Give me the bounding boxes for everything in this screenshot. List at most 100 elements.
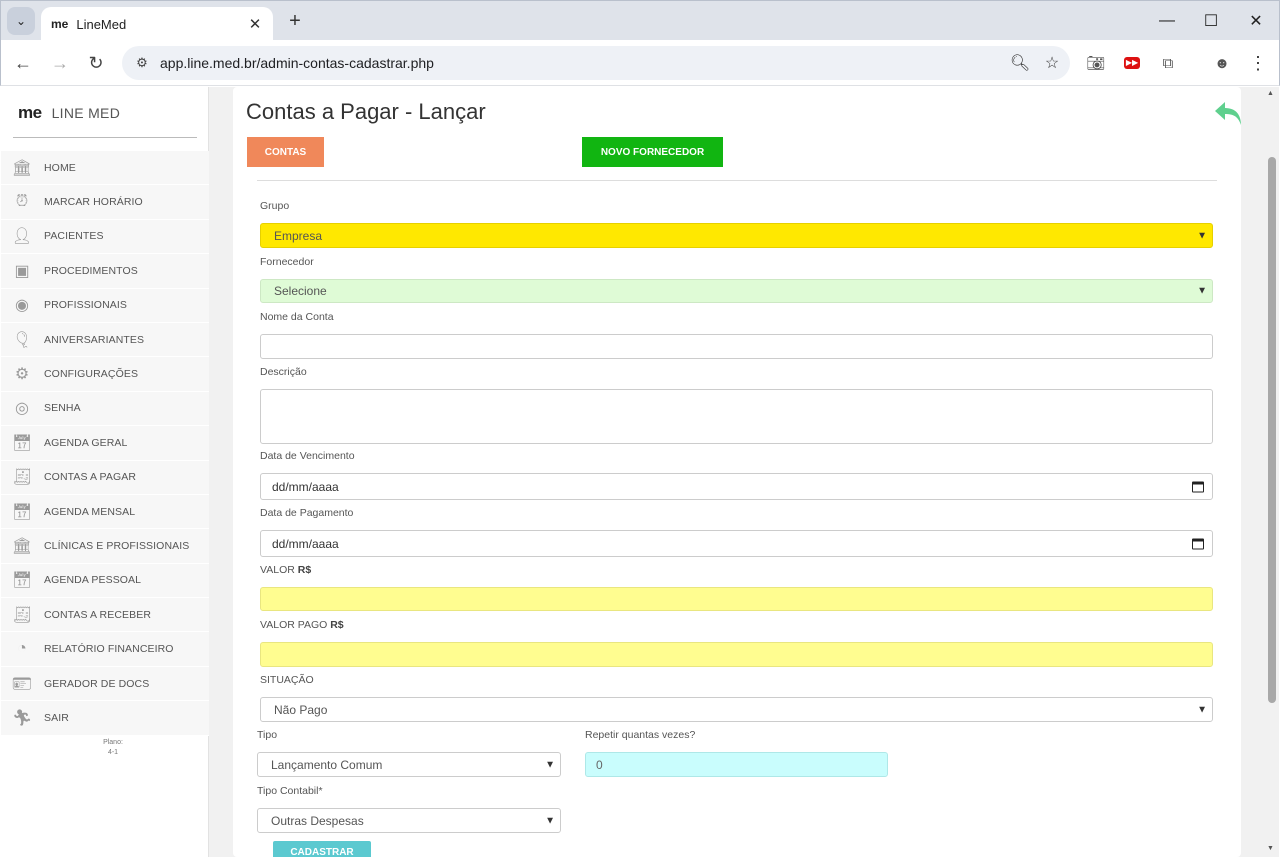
address-bar[interactable]: ⚙ app.line.med.br/admin-contas-cadastrar… [122,46,1070,80]
calendar-icon: 📅︎ [11,572,33,590]
valor-label: VALOR R$ [260,564,311,576]
url-text[interactable]: app.line.med.br/admin-contas-cadastrar.p… [160,55,1006,71]
tipo-contabil-select[interactable]: Outras Despesas ▼ [257,808,561,833]
data-vencimento-input[interactable]: dd/mm/aaaa [260,473,1213,500]
situacao-select[interactable]: Não Pago ▼ [260,697,1213,722]
sidebar-item-home[interactable]: 🏛︎ HOME [1,151,209,186]
sidebar-item-label: GERADOR DE DOCS [44,677,150,690]
grupo-selected-value: Empresa [274,228,323,243]
bookmark-star-icon[interactable]: ☆ [1038,49,1066,77]
sidebar-item-label: AGENDA GERAL [44,436,128,449]
bill-coins-icon: 🧾︎ [11,469,33,487]
sidebar-item-agenda-pessoal[interactable]: 📅︎ AGENDA PESSOAL [1,563,209,599]
sidebar-item-agenda-mensal[interactable]: 📅︎ AGENDA MENSAL [1,494,209,530]
tipo-label: Tipo [257,729,278,741]
situacao-label: SITUAÇÃO [260,674,314,686]
sidebar-item-configuracoes[interactable]: ⚙ CONFIGURAÇÕES [1,357,209,392]
chevron-down-icon: ▼ [545,815,555,826]
descricao-textarea[interactable] [260,389,1213,444]
valor-pago-currency: R$ [330,619,344,631]
alarm-clock-icon: ⏰︎ [15,193,29,211]
nome-da-conta-input[interactable] [260,334,1213,359]
id-card-icon: 🪪︎ [11,675,33,693]
back-reply-icon[interactable] [1213,99,1245,129]
fornecedor-select[interactable]: Selecione ▼ [260,279,1213,303]
scroll-up-arrow-icon[interactable]: ▲ [1267,90,1274,97]
divider [13,137,197,138]
data-pagamento-input[interactable]: dd/mm/aaaa [260,530,1213,557]
sidebar-item-contas-a-receber[interactable]: 🧾︎ CONTAS A RECEBER [1,598,209,633]
minimize-icon[interactable]: — [1153,7,1181,35]
data-vencimento-label: Data de Vencimento [260,450,355,462]
sidebar-item-procedimentos[interactable]: ▣ PROCEDIMENTOS [1,254,209,289]
browser-menu-icon[interactable]: ⋮ [1244,49,1272,77]
camera-extension-icon[interactable]: 📷︎ [1082,49,1110,77]
plan-value: 4-1 [107,749,119,756]
valor-input[interactable] [260,587,1213,611]
sidebar-item-contas-a-pagar[interactable]: 🧾︎ CONTAS A PAGAR [1,460,209,495]
calendar-icon[interactable] [1192,538,1204,549]
sidebar-item-profissionais[interactable]: ◉ PROFISSIONAIS [1,288,209,323]
repetir-label: Repetir quantas vezes? [585,729,696,741]
tipo-select[interactable]: Lançamento Comum ▼ [257,752,561,777]
chevron-down-icon: ▼ [1197,285,1207,297]
chevron-down-icon: ▼ [545,759,555,770]
sidebar-item-label: SAIR [44,711,69,724]
sidebar-item-agenda-geral[interactable]: 📅︎ AGENDA GERAL [1,426,209,461]
tipo-contabil-selected-value: Outras Despesas [271,813,364,828]
novo-fornecedor-button[interactable]: NOVO FORNECEDOR [582,137,723,167]
repetir-input[interactable]: 0 [585,752,888,777]
video-extension-icon[interactable]: ▶▶ [1118,49,1146,77]
sidebar-item-senha[interactable]: ◎ SENHA [1,391,209,427]
sidebar-item-sair[interactable]: 🏃︎ SAIR [1,701,209,736]
profile-avatar-icon[interactable]: ☻ [1208,49,1236,77]
sidebar: me LINE MED 🏛︎ HOME ⏰︎ MARCAR HORÁRIO 👤︎ PA… [1,87,209,857]
extensions-puzzle-icon[interactable]: ⧉ [1154,49,1182,77]
tipo-contabil-label: Tipo Contabil* [257,785,323,797]
chevron-down-icon: ▼ [1197,230,1207,241]
forward-arrow-icon[interactable]: → [45,48,75,78]
cadastrar-button[interactable]: CADASTRAR [273,841,371,857]
gear-icon: ⚙ [14,366,30,384]
reload-icon[interactable]: ↻ [81,48,111,78]
close-tab-icon[interactable]: ✕ [245,14,265,34]
runner-icon: 🏃︎ [11,709,33,727]
sidebar-item-pacientes[interactable]: 👤︎ PACIENTES [1,219,209,255]
sidebar-item-clinicas-e-profissionais[interactable]: 🏛︎ CLÍNICAS E PROFISSIONAIS [1,529,209,564]
tab-search-chevron-icon[interactable]: ⌄ [7,7,35,35]
sidebar-item-label: HOME [44,161,76,174]
contas-button[interactable]: CONTAS [247,137,324,167]
sidebar-item-relatorio-financeiro[interactable]: ◔ RELATÓRIO FINANCEIRO [1,632,209,667]
pie-chart-icon: ◔ [17,640,27,658]
page-scrollbar[interactable]: ▲ ▼ [1265,87,1278,857]
sidebar-item-label: AGENDA PESSOAL [44,574,142,587]
grupo-label: Grupo [260,200,290,212]
sidebar-item-label: PROCEDIMENTOS [44,264,138,277]
chevron-down-icon: ▼ [1197,704,1207,715]
brand[interactable]: me LINE MED [18,103,120,123]
sidebar-item-marcar-horario[interactable]: ⏰︎ MARCAR HORÁRIO [1,185,209,220]
bill-coins-icon: 🧾︎ [11,606,33,624]
sidebar-item-gerador-de-docs[interactable]: 🪪︎ GERADOR DE DOCS [1,666,209,702]
calendar-icon[interactable] [1192,481,1204,492]
valor-pago-input[interactable] [260,642,1213,667]
site-info-icon[interactable]: ⚙ [128,49,156,77]
sidebar-item-aniversariantes[interactable]: 🎈︎ ANIVERSARIANTES [1,322,209,358]
sidebar-item-label: CONFIGURAÇÕES [44,368,139,381]
fornecedor-label: Fornecedor [260,256,314,268]
divider [257,180,1217,181]
descricao-label: Descrição [260,366,307,378]
grupo-select[interactable]: Empresa ▼ [260,223,1213,248]
scroll-down-arrow-icon[interactable]: ▼ [1267,845,1274,852]
browser-tab[interactable]: me LineMed ✕ [41,7,273,41]
zoom-icon[interactable]: 🔍︎ [1006,49,1034,77]
back-arrow-icon[interactable]: ← [8,48,38,78]
new-tab-icon[interactable]: + [283,9,307,33]
scrollbar-thumb[interactable] [1268,157,1276,703]
brand-name: LINE MED [51,105,121,121]
fornecedor-selected-value: Selecione [274,284,327,298]
box-icon: ▣ [14,262,30,280]
sidebar-item-label: PROFISSIONAIS [44,299,127,312]
close-window-icon[interactable]: ✕ [1242,7,1270,35]
maximize-icon[interactable]: ☐ [1197,7,1225,35]
